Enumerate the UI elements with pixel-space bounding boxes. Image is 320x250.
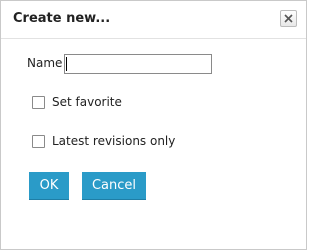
cancel-button[interactable]: Cancel — [82, 172, 146, 200]
dialog-title: Create new... — [13, 11, 111, 26]
latest-revisions-label: Latest revisions only — [52, 134, 176, 148]
text-cursor — [66, 57, 67, 71]
set-favorite-checkbox[interactable] — [32, 96, 45, 109]
name-input[interactable] — [64, 54, 212, 74]
set-favorite-label: Set favorite — [52, 95, 122, 109]
name-label: Name — [27, 56, 63, 70]
close-button[interactable] — [280, 10, 297, 27]
ok-button[interactable]: OK — [29, 172, 69, 200]
create-new-dialog: Create new... Name Set favorite Latest r… — [0, 0, 307, 250]
close-x-icon — [284, 14, 293, 23]
latest-revisions-checkbox[interactable] — [32, 135, 45, 148]
dialog-titlebar: Create new... — [1, 1, 306, 39]
